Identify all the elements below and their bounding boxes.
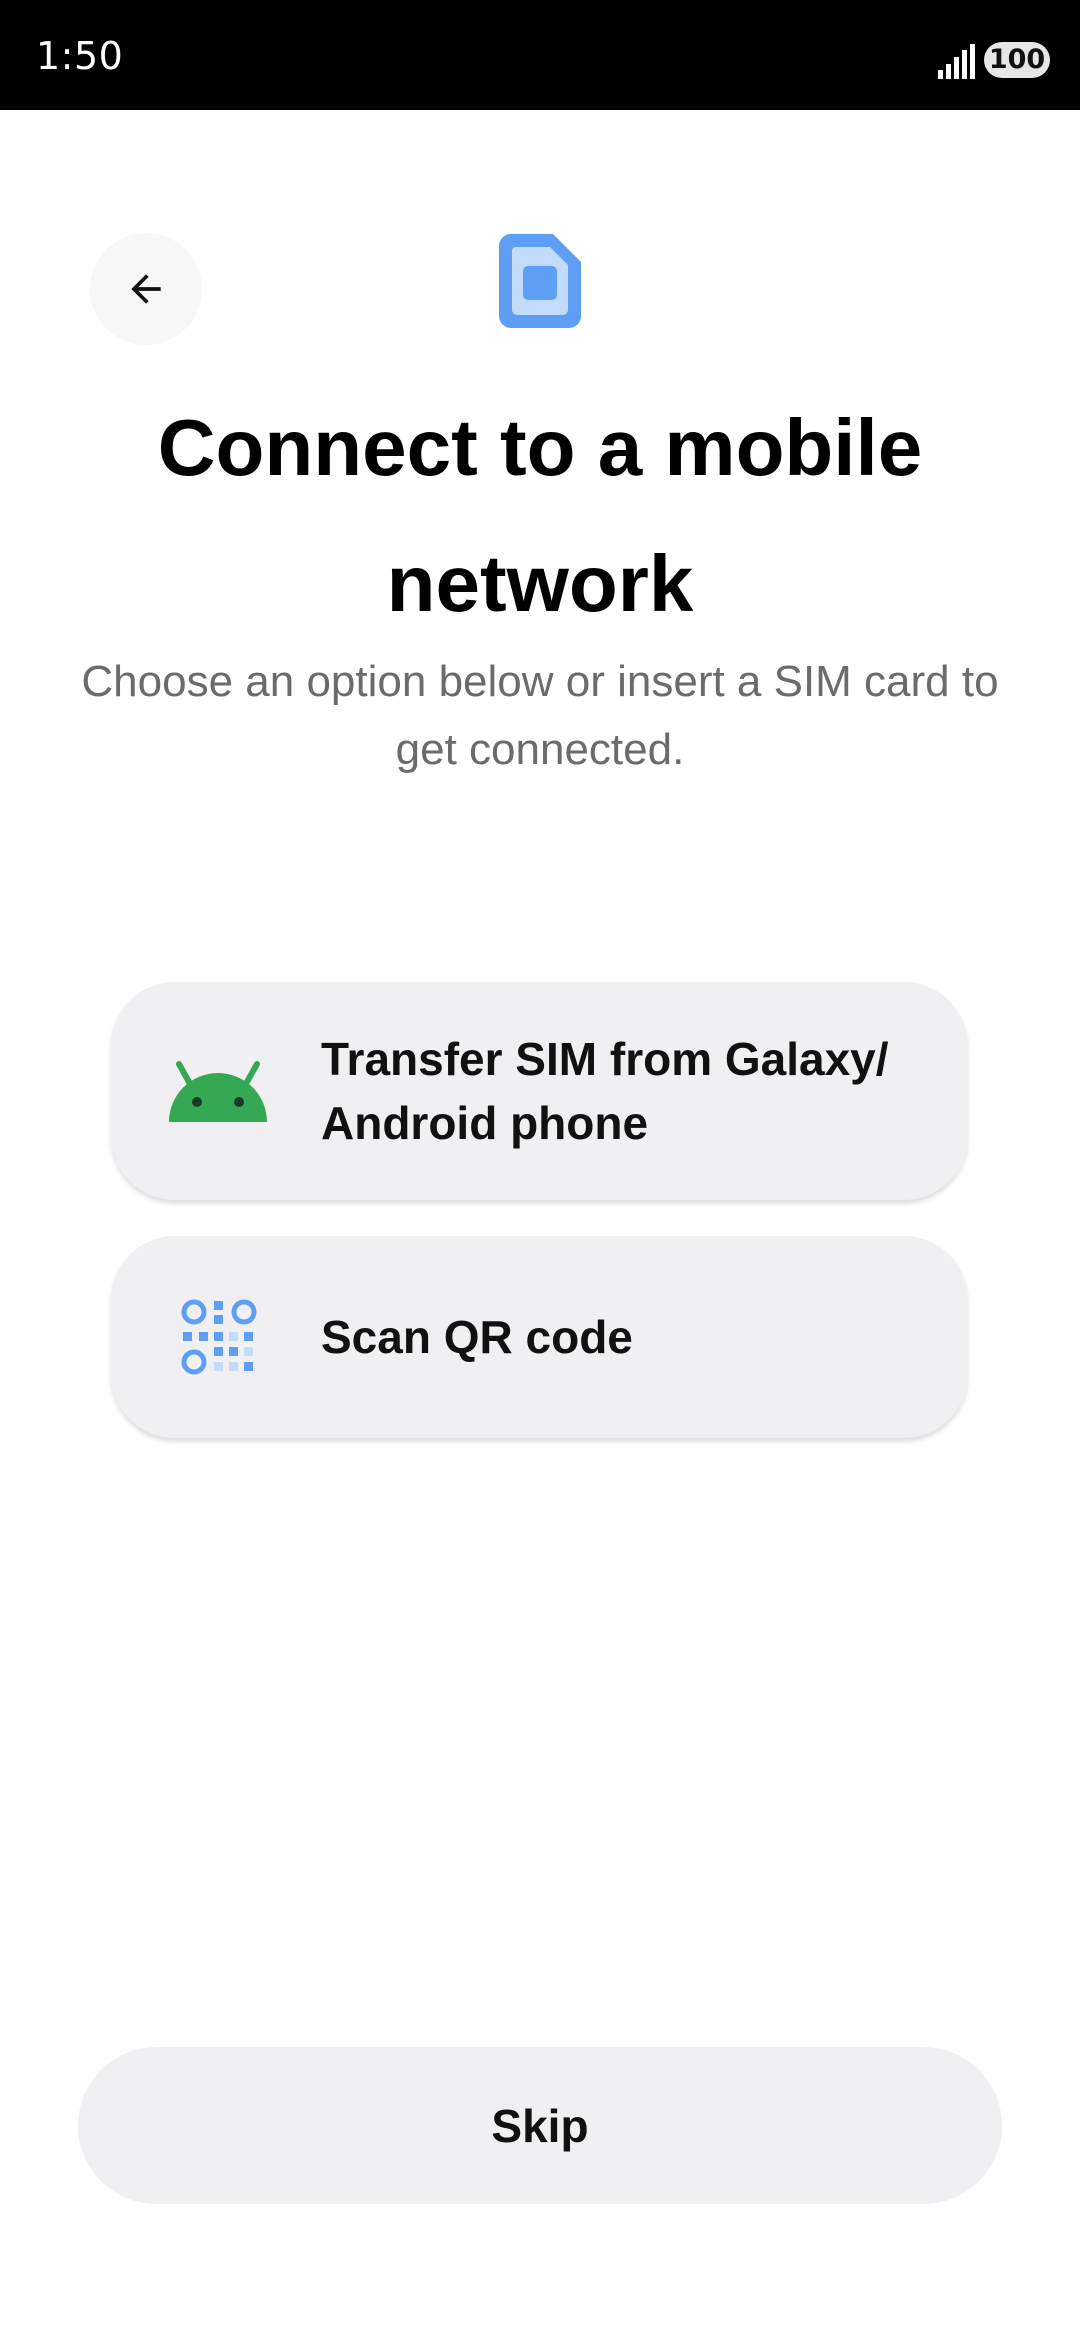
- status-bar: 1:50 100: [0, 0, 1080, 110]
- scan-qr-label: Scan QR code: [321, 1311, 633, 1363]
- qr-code-icon: [181, 1299, 257, 1375]
- back-button[interactable]: [90, 233, 202, 345]
- page-title: Connect to a mobile network: [157, 403, 923, 628]
- battery-indicator: 100: [984, 42, 1050, 78]
- page-subtitle: Choose an option below or insert a SIM c…: [81, 657, 999, 774]
- status-time: 1:50: [36, 34, 124, 78]
- android-icon: [169, 1061, 267, 1122]
- arrow-left-icon: [131, 274, 161, 304]
- transfer-sim-option[interactable]: Transfer SIM from Galaxy/ Android phone: [111, 982, 968, 1200]
- transfer-sim-label: Transfer SIM from Galaxy/ Android phone: [321, 1033, 889, 1149]
- skip-button[interactable]: Skip: [78, 2047, 1002, 2204]
- signal-icon: [938, 44, 975, 79]
- scan-qr-option[interactable]: Scan QR code: [111, 1236, 968, 1438]
- sim-card-icon: [499, 234, 581, 328]
